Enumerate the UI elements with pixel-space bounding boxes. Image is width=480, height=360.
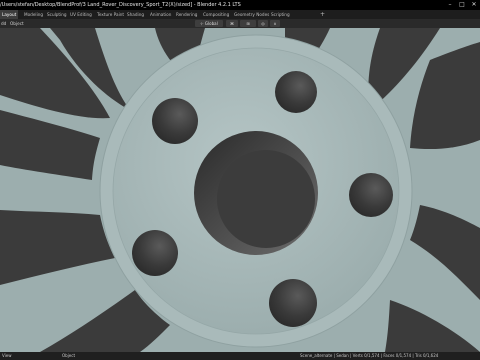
lug-hole (269, 279, 317, 327)
tab-compositing[interactable]: Compositing (203, 10, 229, 19)
tab-texture-paint[interactable]: Texture Paint (97, 10, 124, 19)
tab-sculpting[interactable]: Sculpting (47, 10, 67, 19)
close-button[interactable]: ✕ (468, 0, 480, 10)
tab-uv-editing[interactable]: UV Editing (70, 10, 92, 19)
workspace-tabs: Layout Modeling Sculpting UV Editing Tex… (0, 10, 480, 19)
wheel-render (0, 28, 480, 352)
pivot-icon: ⌘ (230, 21, 234, 26)
maximize-button[interactable]: □ (456, 0, 468, 10)
add-workspace-button[interactable]: + (320, 10, 325, 19)
tab-geometry-nodes[interactable]: Geometry Nodes (234, 10, 269, 19)
menu-add[interactable]: dd (1, 19, 6, 28)
status-view-label[interactable]: View (2, 352, 12, 360)
transform-orientation-label: Global (204, 21, 218, 26)
snap-icon: ⊞ (246, 21, 250, 26)
tab-rendering[interactable]: Rendering (176, 10, 197, 19)
3d-viewport[interactable] (0, 28, 480, 352)
falloff-button[interactable]: ∧ (270, 20, 280, 27)
center-bore-inner (217, 150, 315, 248)
tab-shading[interactable]: Shading (127, 10, 144, 19)
tab-modeling[interactable]: Modeling (24, 10, 43, 19)
status-object-label: Object (62, 353, 76, 358)
proportional-icon: ◎ (261, 21, 265, 26)
status-bar: View Object Scene_alternate | Sedan | Ve… (0, 352, 480, 360)
viewport-header: dd Object ⊹ Global ⌘ ⊞ ◎ ∧ (0, 19, 480, 28)
tab-scripting[interactable]: Scripting (271, 10, 290, 19)
falloff-icon: ∧ (273, 21, 277, 26)
lug-hole (349, 173, 393, 217)
window-title: /Users/stefan/Desktop/BlendProf/3 Land_R… (0, 2, 241, 8)
status-scene-stats: Scene_alternate | Sedan | Verts 0/1,574 … (300, 353, 439, 358)
proportional-edit-button[interactable]: ◎ (258, 20, 268, 27)
window-titlebar: /Users/stefan/Desktop/BlendProf/3 Land_R… (0, 0, 480, 10)
minimize-button[interactable]: – (444, 0, 456, 10)
tab-animation[interactable]: Animation (150, 10, 171, 19)
tab-layout[interactable]: Layout (0, 10, 19, 19)
pivot-point-button[interactable]: ⌘ (226, 20, 238, 27)
transform-orientation-dropdown[interactable]: ⊹ Global (195, 20, 223, 27)
snap-button[interactable]: ⊞ (240, 20, 256, 27)
menu-object[interactable]: Object (10, 19, 24, 28)
lug-hole (275, 71, 317, 113)
lug-hole (152, 98, 198, 144)
lug-hole (132, 230, 178, 276)
